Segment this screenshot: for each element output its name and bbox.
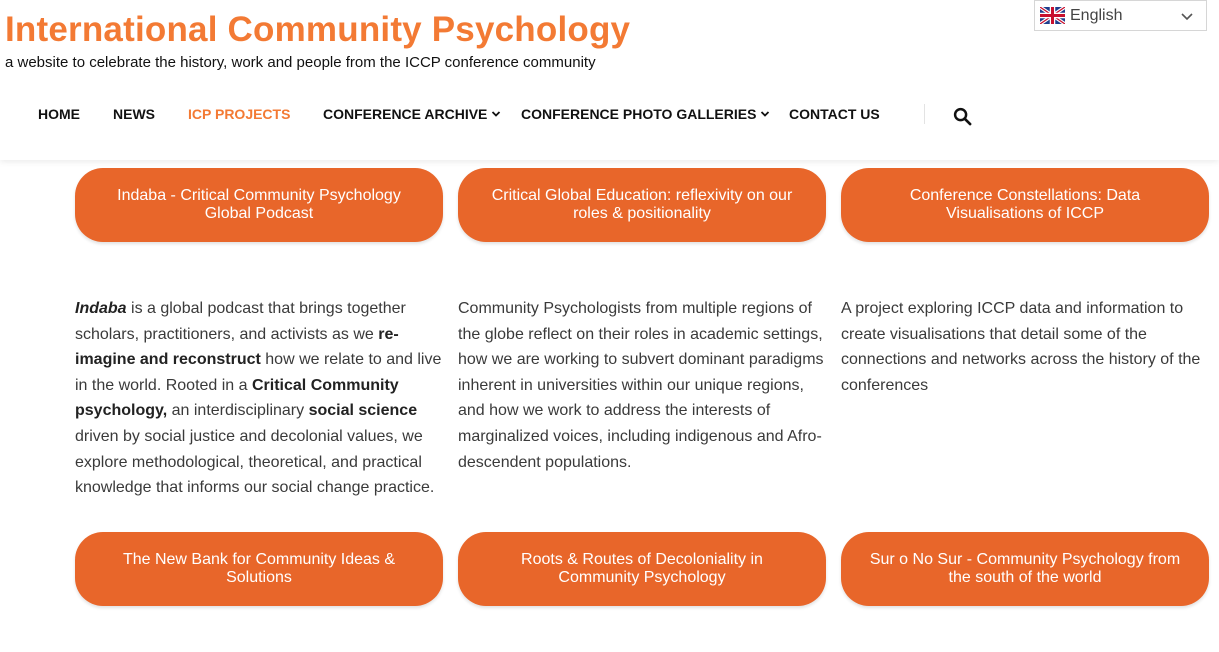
nav-item-home[interactable]: HOME (38, 106, 80, 122)
nav-item-label: ICP PROJECTS (188, 106, 291, 122)
description-segment: social science (308, 402, 418, 420)
search-icon[interactable] (953, 107, 972, 126)
project-button-critical-global-education[interactable]: Critical Global Education: reflexivity o… (458, 168, 826, 242)
project-button-new-bank[interactable]: The New Bank for Community Ideas & Solut… (75, 532, 443, 606)
project-button-indaba[interactable]: Indaba - Critical Community Psychology G… (75, 168, 443, 242)
nav-item-label: CONFERENCE PHOTO GALLERIES (521, 106, 757, 122)
project-description-conference-constellations: A project exploring ICCP data and inform… (841, 296, 1211, 398)
project-button-label: Critical Global Education: reflexivity o… (491, 187, 793, 222)
site-header: International Community Psychology a web… (0, 0, 1219, 160)
nav-item-contact-us[interactable]: CONTACT US (789, 106, 880, 122)
language-selector[interactable]: English (1034, 0, 1207, 31)
project-button-roots-routes[interactable]: Roots & Routes of Decoloniality in Commu… (458, 532, 826, 606)
nav-item-label: NEWS (113, 106, 155, 122)
chevron-down-icon (492, 111, 501, 117)
nav-item-conference-photo-galleries[interactable]: CONFERENCE PHOTO GALLERIES (521, 106, 770, 122)
project-button-label: Conference Constellations: Data Visualis… (909, 187, 1141, 222)
project-button-label: Sur o No Sur - Community Psychology from… (869, 551, 1181, 586)
description-segment: driven by social justice and decolonial … (75, 427, 435, 497)
project-description-critical-global-education: Community Psychologists from multiple re… (458, 296, 830, 475)
nav-item-label: CONTACT US (789, 106, 880, 122)
project-button-sur-o-no-sur[interactable]: Sur o No Sur - Community Psychology from… (841, 532, 1209, 606)
uk-flag-icon (1040, 7, 1065, 24)
project-description-indaba: Indaba is a global podcast that brings t… (75, 296, 447, 501)
nav-item-label: HOME (38, 106, 80, 122)
project-button-label: Roots & Routes of Decoloniality in Commu… (521, 551, 763, 586)
site-tagline: a website to celebrate the history, work… (5, 54, 596, 71)
nav-item-news[interactable]: NEWS (113, 106, 155, 122)
language-label: English (1070, 6, 1123, 24)
nav-item-icp-projects[interactable]: ICP PROJECTS (188, 106, 290, 122)
chevron-down-icon (761, 111, 770, 117)
nav-divider (924, 104, 925, 124)
description-segment: an interdisciplinary (167, 402, 309, 420)
nav-item-conference-archive[interactable]: CONFERENCE ARCHIVE (323, 106, 501, 122)
chevron-down-icon (1181, 13, 1193, 21)
description-segment: Indaba (75, 300, 127, 317)
description-segment: Community Psychologists from multiple re… (458, 300, 824, 471)
nav-item-label: CONFERENCE ARCHIVE (323, 106, 488, 122)
project-button-label: The New Bank for Community Ideas & Solut… (122, 551, 396, 586)
project-button-conference-constellations[interactable]: Conference Constellations: Data Visualis… (841, 168, 1209, 242)
site-title[interactable]: International Community Psychology (5, 10, 630, 50)
project-button-label: Indaba - Critical Community Psychology G… (117, 187, 401, 222)
description-segment: A project exploring ICCP data and inform… (841, 300, 1201, 394)
